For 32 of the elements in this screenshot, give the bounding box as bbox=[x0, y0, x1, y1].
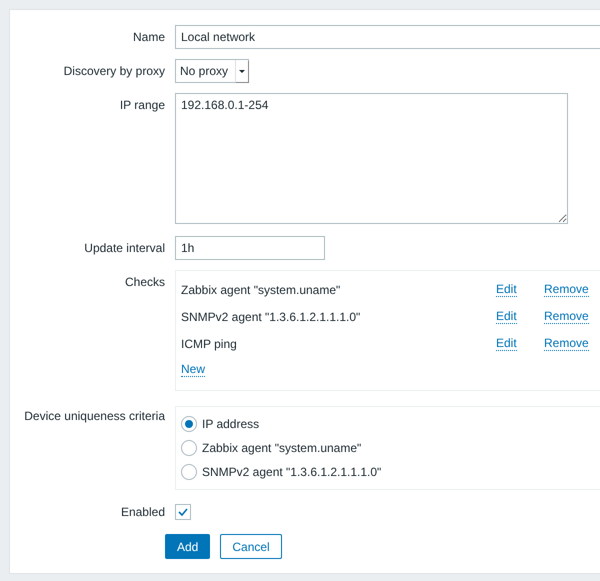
checkmark-icon bbox=[178, 508, 188, 516]
caret-icon bbox=[235, 60, 248, 82]
check-name: Zabbix agent "system.uname" bbox=[181, 282, 340, 296]
radio-label: IP address bbox=[202, 417, 260, 431]
edit-link[interactable]: Edit bbox=[496, 309, 517, 324]
cancel-button[interactable]: Cancel bbox=[220, 534, 282, 559]
radio-label: SNMPv2 agent "1.3.6.1.2.1.1.1.0" bbox=[202, 465, 382, 479]
remove-link[interactable]: Remove bbox=[544, 336, 589, 351]
update-interval-field[interactable]: 1h bbox=[175, 236, 325, 260]
enabled-checkbox[interactable] bbox=[175, 504, 191, 520]
proxy-dropdown[interactable]: No proxy bbox=[175, 59, 249, 83]
field-label: IP range bbox=[120, 97, 165, 114]
remove-link[interactable]: Remove bbox=[544, 309, 589, 324]
ip-range-field[interactable]: 192.168.0.1-254 bbox=[175, 93, 568, 224]
remove-link[interactable]: Remove bbox=[544, 282, 589, 297]
radio-button[interactable] bbox=[181, 464, 197, 480]
add-button[interactable]: Add bbox=[165, 534, 210, 559]
edit-link[interactable]: Edit bbox=[496, 282, 517, 297]
field-label: Device uniqueness criteria bbox=[24, 408, 165, 425]
check-name: ICMP ping bbox=[181, 336, 237, 350]
edit-link[interactable]: Edit bbox=[496, 336, 517, 351]
check-name: SNMPv2 agent "1.3.6.1.2.1.1.1.0" bbox=[181, 310, 360, 324]
field-label: Enabled bbox=[120, 504, 165, 521]
field-label: Name bbox=[132, 29, 165, 46]
radio-button[interactable] bbox=[181, 416, 197, 432]
field-label: Update interval bbox=[84, 240, 165, 257]
field-label: Discovery by proxy bbox=[64, 63, 165, 80]
name-field[interactable]: Local network bbox=[175, 25, 600, 49]
field-label: Checks bbox=[124, 274, 165, 291]
new-link[interactable]: New bbox=[181, 362, 206, 376]
radio-label: Zabbix agent "system.uname" bbox=[202, 441, 362, 455]
radio-button[interactable] bbox=[181, 440, 197, 456]
